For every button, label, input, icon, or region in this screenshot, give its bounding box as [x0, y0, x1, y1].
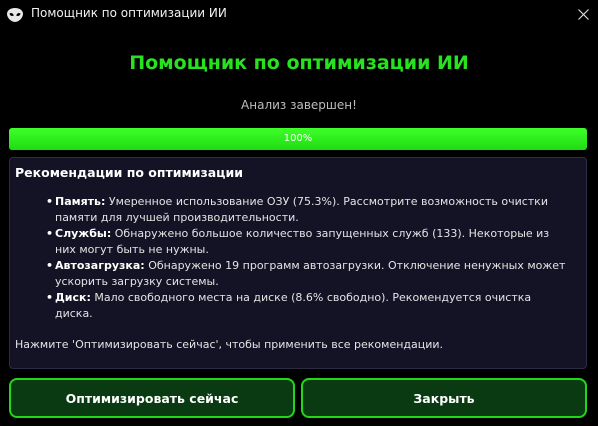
recommendations-title: Рекомендации по оптимизации: [15, 165, 243, 180]
status-text: Анализ завершен!: [241, 98, 357, 112]
recommendation-label: Память:: [55, 195, 106, 208]
progress-label: 100%: [283, 133, 313, 144]
recommendations-panel[interactable]: Рекомендации по оптимизации Память: Умер…: [9, 157, 587, 369]
recommendation-services: Службы: Обнаружено большое количество за…: [46, 226, 570, 258]
recommendations-list: Память: Умеренное использование ОЗУ (75.…: [46, 194, 581, 322]
close-button[interactable]: Закрыть: [301, 378, 587, 418]
recommendation-startup: Автозагрузка: Обнаружено 19 программ авт…: [46, 258, 570, 290]
recommendation-text: Обнаружено большое количество запущенных…: [55, 227, 550, 256]
recommendation-label: Диск:: [55, 291, 91, 304]
window-close-button[interactable]: [568, 0, 598, 28]
recommendation-text: Мало свободного места на диске (8.6% сво…: [55, 291, 532, 320]
recommendation-disk: Диск: Мало свободного места на диске (8.…: [46, 290, 570, 322]
alien-head-icon: [7, 7, 23, 22]
recommendation-memory: Память: Умеренное использование ОЗУ (75.…: [46, 194, 570, 226]
window-title: Помощник по оптимизации ИИ: [31, 6, 227, 20]
recommendations-footnote: Нажмите 'Оптимизировать сейчас', чтобы п…: [15, 338, 444, 351]
recommendation-label: Службы:: [55, 227, 112, 240]
title-bar[interactable]: Помощник по оптимизации ИИ: [0, 0, 598, 28]
app-window: Помощник по оптимизации ИИ Помощник по о…: [0, 0, 598, 426]
recommendation-text: Умеренное использование ОЗУ (75.3%). Рас…: [55, 195, 548, 224]
progress-bar: 100%: [9, 128, 587, 150]
close-icon: [577, 8, 589, 20]
recommendation-label: Автозагрузка:: [55, 259, 145, 272]
optimize-now-button[interactable]: Оптимизировать сейчас: [9, 378, 295, 418]
page-heading: Помощник по оптимизации ИИ: [129, 52, 469, 74]
